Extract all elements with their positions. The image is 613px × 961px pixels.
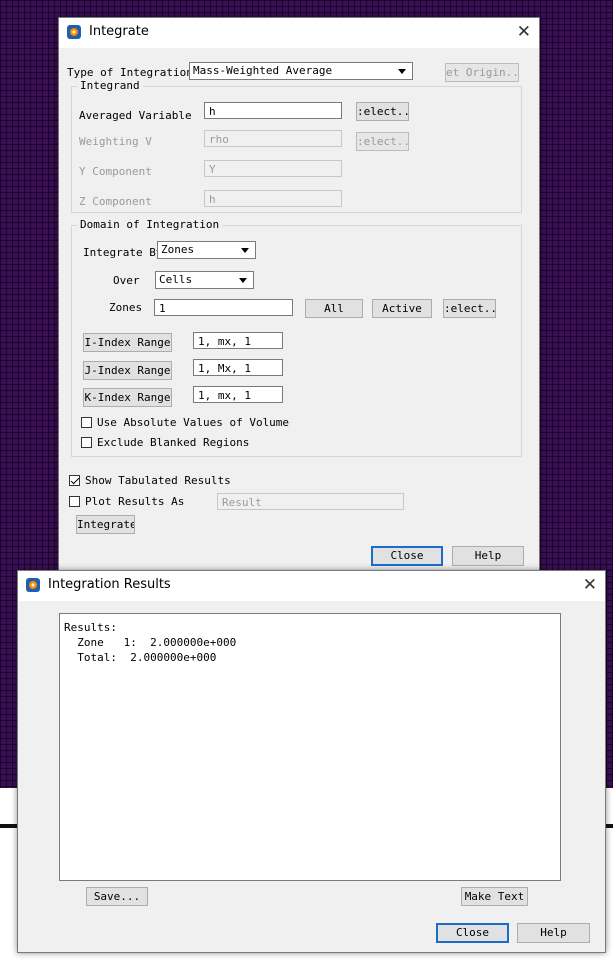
results-text-area[interactable]: Results: Zone 1: 2.000000e+000 Total: 2.…	[59, 613, 561, 881]
chevron-down-icon	[241, 248, 249, 253]
results-title: Integration Results	[48, 577, 171, 592]
zones-all-button[interactable]: All	[305, 299, 363, 318]
chevron-down-icon	[239, 278, 247, 283]
y-component-input[interactable]: Y	[204, 160, 342, 177]
integrate-by-label: Integrate By	[83, 246, 163, 259]
i-index-range-input[interactable]: 1, mx, 1	[193, 332, 283, 349]
type-of-integration-value: Mass-Weighted Average	[193, 64, 333, 77]
integrate-titlebar: Integrate ✕	[59, 18, 539, 48]
integrate-title: Integrate	[89, 24, 149, 39]
k-index-range-input[interactable]: 1, mx, 1	[193, 386, 283, 403]
app-icon	[67, 25, 81, 39]
integrate-button[interactable]: Integrate	[76, 515, 135, 534]
averaged-variable-label: Averaged Variable	[79, 109, 192, 122]
results-line: Zone 1: 2.000000e+000	[64, 636, 237, 649]
plot-results-checkbox[interactable]	[69, 496, 80, 507]
show-tabulated-checkbox[interactable]	[69, 475, 80, 486]
results-titlebar: Integration Results ✕	[18, 571, 605, 601]
weighting-variable-label: Weighting V	[79, 135, 152, 148]
exclude-blanked-checkbox[interactable]	[81, 437, 92, 448]
plot-results-input[interactable]: Result	[217, 493, 404, 510]
i-index-range-button[interactable]: I-Index Range	[83, 333, 172, 352]
averaged-variable-input[interactable]: h	[204, 102, 342, 119]
weighting-variable-select-button[interactable]: :elect...	[356, 132, 409, 151]
averaged-variable-select-button[interactable]: :elect...	[356, 102, 409, 121]
save-button[interactable]: Save...	[86, 887, 148, 906]
j-index-range-input[interactable]: 1, Mx, 1	[193, 359, 283, 376]
results-line: Total: 2.000000e+000	[64, 651, 217, 664]
integrate-close-button[interactable]: Close	[371, 546, 443, 566]
type-of-integration-label: Type of Integration	[67, 66, 193, 79]
integration-results-dialog: Integration Results ✕ Results: Zone 1: 2…	[17, 570, 606, 953]
weighting-variable-input[interactable]: rho	[204, 130, 342, 147]
close-icon[interactable]: ✕	[517, 22, 531, 42]
zones-select-button[interactable]: :elect...	[443, 299, 496, 318]
integrate-dialog: Integrate ✕ Type of Integration Mass-Wei…	[58, 17, 540, 579]
set-origin-button[interactable]: et Origin..	[445, 63, 519, 82]
chevron-down-icon	[398, 69, 406, 74]
exclude-blanked-label: Exclude Blanked Regions	[97, 436, 250, 449]
type-of-integration-select[interactable]: Mass-Weighted Average	[189, 62, 413, 80]
over-value: Cells	[159, 273, 193, 286]
plot-results-label: Plot Results As	[85, 495, 185, 508]
close-icon[interactable]: ✕	[583, 575, 597, 595]
zones-label: Zones	[109, 301, 143, 314]
make-text-button[interactable]: Make Text	[461, 887, 528, 906]
y-component-label: Y Component	[79, 165, 152, 178]
results-help-button[interactable]: Help	[517, 923, 590, 943]
results-close-button[interactable]: Close	[436, 923, 509, 943]
results-line: Results:	[64, 621, 117, 634]
show-tabulated-label: Show Tabulated Results	[85, 474, 231, 487]
over-select[interactable]: Cells	[155, 271, 254, 289]
integrate-help-button[interactable]: Help	[452, 546, 524, 566]
use-absolute-values-checkbox[interactable]	[81, 417, 92, 428]
j-index-range-button[interactable]: J-Index Range	[83, 361, 172, 380]
integrate-by-select[interactable]: Zones	[157, 241, 256, 259]
domain-title: Domain of Integration	[77, 218, 223, 231]
zones-active-button[interactable]: Active	[372, 299, 432, 318]
integrand-title: Integrand	[77, 79, 143, 92]
z-component-label: Z Component	[79, 195, 152, 208]
zones-input[interactable]: 1	[154, 299, 293, 316]
use-absolute-values-label: Use Absolute Values of Volume	[97, 416, 290, 429]
z-component-input[interactable]: h	[204, 190, 342, 207]
app-icon	[26, 578, 40, 592]
integrate-by-value: Zones	[161, 243, 195, 256]
k-index-range-button[interactable]: K-Index Range	[83, 388, 172, 407]
over-label: Over	[113, 274, 140, 287]
